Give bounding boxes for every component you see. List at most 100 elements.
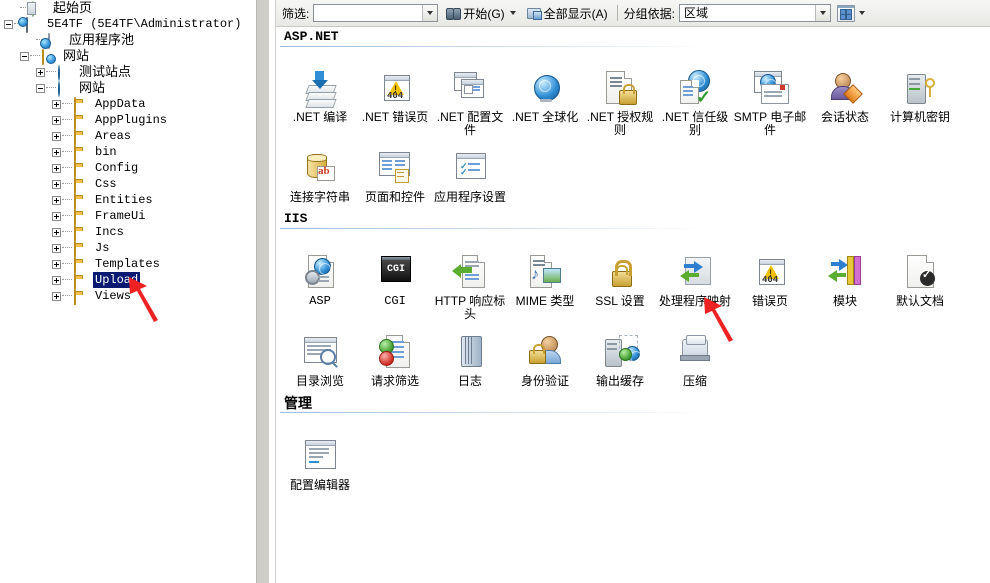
tree-item-Upload[interactable]: Upload <box>52 272 141 289</box>
feature-item[interactable]: 输出缓存 <box>583 329 657 388</box>
section-divider <box>280 228 710 229</box>
collapse-icon[interactable] <box>36 83 45 93</box>
feature-item[interactable]: HTTP 响应标头 <box>433 249 507 321</box>
feature-item[interactable]: SSL 设置 <box>583 249 657 308</box>
group-by-dropdown-arrow[interactable] <box>815 5 831 21</box>
feature-item[interactable]: ab 连接字符串 <box>283 145 357 204</box>
tree-item-AppData[interactable]: AppData <box>52 96 147 113</box>
feature-item-label: 目录浏览 <box>295 374 344 388</box>
feature-icon-wrap <box>883 249 957 293</box>
expand-icon[interactable] <box>52 115 61 125</box>
expand-icon[interactable] <box>52 99 61 109</box>
modules-icon <box>826 253 864 293</box>
expand-icon[interactable] <box>52 291 61 301</box>
feature-item[interactable]: ✓ ✓ 应用程序设置 <box>433 145 507 204</box>
feature-item[interactable]: 请求筛选 <box>358 329 432 388</box>
go-button[interactable]: 开始(G) <box>443 3 518 23</box>
folder-icon <box>74 129 90 145</box>
feature-item[interactable]: 页面和控件 <box>358 145 432 204</box>
tree-item-label: Templates <box>95 257 160 271</box>
expand-icon[interactable] <box>52 227 61 237</box>
feature-icon-wrap: ♪ <box>508 249 582 293</box>
feature-icon-wrap <box>808 249 882 293</box>
feature-item[interactable]: 计算机密钥 <box>883 65 957 124</box>
feature-item[interactable]: 404错误页 <box>733 249 807 308</box>
tree-item-Views[interactable]: Views <box>52 288 133 305</box>
feature-item[interactable]: 目录浏览 <box>283 329 357 388</box>
view-mode-button[interactable] <box>837 4 866 22</box>
feature-item[interactable]: 压缩 <box>658 329 732 388</box>
feature-item[interactable]: ♪ MIME 类型 <box>508 249 582 308</box>
tree-item-5E4TF5E4TFAdministrator[interactable]: 5E4TF (5E4TF\Administrator) <box>4 16 243 33</box>
tree-item-node3[interactable]: 网站 <box>20 48 91 65</box>
tree-item-label: AppPlugins <box>95 113 168 127</box>
tree-item-label: 5E4TF (5E4TF\Administrator) <box>47 17 242 31</box>
feature-item[interactable]: ✓ .NET 信任级别 <box>658 65 732 137</box>
feature-item[interactable]: .NET 编译 <box>283 65 357 124</box>
view-dropdown-arrow-icon[interactable] <box>859 11 866 15</box>
go-dropdown-arrow-icon[interactable] <box>509 11 516 15</box>
feature-item[interactable]: .NET 全球化 <box>508 65 582 124</box>
show-all-label: 全部显示(A) <box>543 6 608 21</box>
expand-icon[interactable] <box>52 131 61 141</box>
expand-icon[interactable] <box>36 67 45 77</box>
tree-pane[interactable]: 起始页 5E4TF (5E4TF\Administrator)应用程序池网站测试站… <box>0 0 256 583</box>
feature-item[interactable]: 会话状态 <box>808 65 882 124</box>
tree-item-Js[interactable]: Js <box>52 240 111 257</box>
expand-icon[interactable] <box>52 211 61 221</box>
tree-item-label: bin <box>95 145 117 159</box>
group-by-select[interactable]: 区域 <box>679 4 832 22</box>
feature-item[interactable]: 模块 <box>808 249 882 308</box>
feature-item[interactable]: 默认文档 <box>883 249 957 308</box>
feature-item-label: 处理程序映射 <box>658 294 731 308</box>
tree-item-Config[interactable]: Config <box>52 160 140 177</box>
feature-icon-wrap: ✓ <box>658 65 732 109</box>
feature-item-label: 会话状态 <box>820 110 869 124</box>
tree-item-node0[interactable]: 起始页 <box>20 0 94 17</box>
tree-item-AppPlugins[interactable]: AppPlugins <box>52 112 169 129</box>
pane-splitter[interactable] <box>256 0 270 583</box>
tree-item-node4[interactable]: 测试站点 <box>36 64 133 81</box>
expand-icon[interactable] <box>52 195 61 205</box>
expand-icon[interactable] <box>52 163 61 173</box>
tree-item-Css[interactable]: Css <box>52 176 119 193</box>
filter-input[interactable] <box>313 4 439 22</box>
folder-icon <box>74 97 90 113</box>
feature-item[interactable]: CGI CGI <box>358 249 432 308</box>
tree-item-Incs[interactable]: Incs <box>52 224 126 241</box>
feature-item-label: HTTP 响应标头 <box>434 294 506 321</box>
feature-item[interactable]: 身份验证 <box>508 329 582 388</box>
feature-item-label: 计算机密钥 <box>889 110 950 124</box>
feature-item[interactable]: 日志 <box>433 329 507 388</box>
tree-item-node2[interactable]: 应用程序池 <box>36 32 136 49</box>
tree-item-Areas[interactable]: Areas <box>52 128 133 145</box>
feature-item[interactable]: .NET 授权规则 <box>583 65 657 137</box>
feature-item[interactable]: ASP <box>283 249 357 308</box>
tree-connector <box>62 215 72 217</box>
tree-item-Templates[interactable]: Templates <box>52 256 162 273</box>
tree-item-FrameUi[interactable]: FrameUi <box>52 208 147 225</box>
tree-item-node5[interactable]: 网站 <box>36 80 107 97</box>
expand-icon[interactable] <box>52 275 61 285</box>
feature-item[interactable]: 404.NET 错误页 <box>358 65 432 124</box>
feature-item[interactable]: .NET 配置文件 <box>433 65 507 137</box>
collapse-icon[interactable] <box>4 19 13 29</box>
tree-item-label: 测试站点 <box>79 64 132 79</box>
collapse-icon[interactable] <box>20 51 29 61</box>
tree-item-Entities[interactable]: Entities <box>52 192 155 209</box>
expand-icon[interactable] <box>52 147 61 157</box>
feature-item[interactable]: 配置编辑器 <box>283 433 357 492</box>
show-all-button[interactable]: 全部显示(A) <box>524 3 611 23</box>
expand-icon[interactable] <box>52 259 61 269</box>
asp-icon <box>301 253 339 293</box>
show-all-icon <box>526 7 542 20</box>
feature-item[interactable]: SMTP 电子邮件 <box>733 65 807 137</box>
expand-icon[interactable] <box>52 243 61 253</box>
section-title: ASP.NET <box>284 29 339 44</box>
expand-icon[interactable] <box>52 179 61 189</box>
logging-icon <box>451 333 489 373</box>
feature-item[interactable]: 处理程序映射 <box>658 249 732 308</box>
tree-item-bin[interactable]: bin <box>52 144 119 161</box>
feature-icon-wrap <box>808 65 882 109</box>
filter-dropdown-arrow[interactable] <box>422 5 438 21</box>
